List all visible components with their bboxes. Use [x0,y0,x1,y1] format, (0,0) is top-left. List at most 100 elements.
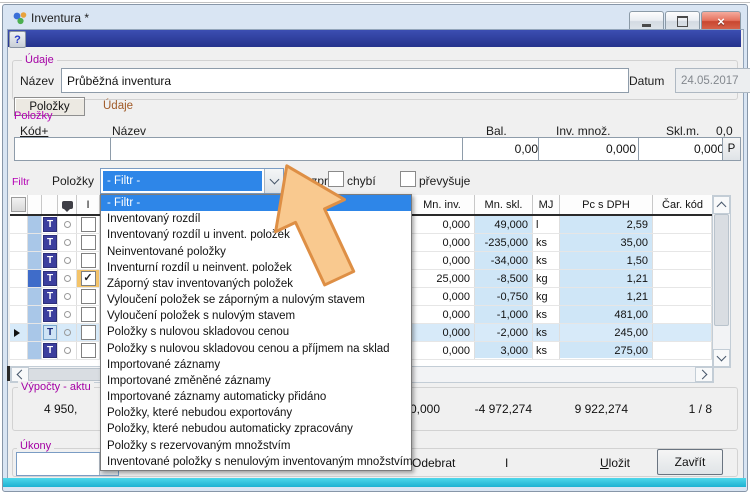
header-selector [10,195,28,214]
scroll-left-button[interactable] [11,367,29,382]
chevron-right-icon [698,370,708,380]
bal-field[interactable]: 0,00 [462,137,544,161]
help-button[interactable]: ? [9,31,26,48]
header-mj[interactable]: MJ [533,195,560,214]
scroll-right-button[interactable] [695,367,713,382]
row-selector-cell [10,306,28,323]
vertical-scrollbar[interactable] [712,195,731,368]
row-status-strip [28,216,42,233]
note-cell [58,306,77,323]
cell-car-kod [653,234,712,251]
filter-option[interactable]: Vyloučení položek s nulovým stavem [101,308,411,324]
row-checkbox[interactable] [81,217,96,232]
type-badge: T [43,235,57,250]
chevron-left-icon [17,370,27,380]
header-type [42,195,58,214]
row-selector-cell [10,342,28,359]
row-checkbox[interactable] [81,289,96,304]
row-checkbox[interactable] [81,253,96,268]
cell-mn-skl: -2,000 [475,324,533,341]
row-status-strip [28,342,42,359]
row-checkbox[interactable] [81,343,96,358]
zavrit-button[interactable]: Zavřít [657,449,723,475]
row-selector-cell [10,234,28,251]
note-cell [58,324,77,341]
speech-bubble-icon [62,201,73,209]
check-cell [77,324,100,341]
nazev-column-label[interactable]: Název [112,124,146,138]
filter-option[interactable]: Položky s rezervovaným množstvím [101,438,411,454]
vertical-scroll-thumb[interactable] [714,214,729,326]
note-dot-icon [64,275,71,282]
nazev-label: Název [20,74,54,88]
type-badge: T [43,271,57,286]
datum-field[interactable]: 24.05.2017 [675,68,750,93]
desktop-edge-line [0,2,750,3]
header-mn-skl[interactable]: Mn. skl. [475,195,533,214]
help-toolbar [8,30,741,47]
cell-mj: ks [533,252,560,269]
row-checkbox[interactable]: ✓ [81,271,96,286]
check-cell: ✓ [77,270,100,287]
cell-mn-inv: 0,000 [410,216,475,233]
note-cell [58,288,77,305]
row-checkbox[interactable] [81,307,96,322]
total-diff: -4 972,274 [452,402,532,416]
row-checkbox[interactable] [81,325,96,340]
filter-option[interactable]: Záporný stav inventovaných položek [101,276,411,292]
horizontal-scroll-thumb[interactable] [28,368,104,381]
kod-search-input[interactable] [14,137,118,161]
type-cell: T [42,252,58,269]
filter-option[interactable]: Položky s nulovou skladovou cenou [101,324,411,340]
cell-mj: kg [533,270,560,287]
tab-udaje[interactable]: Údaje [103,100,133,112]
filter-option[interactable]: Inventované položky s nenulovým inventov… [101,454,411,470]
ukony-group-label: Úkony [17,440,54,452]
cell-mn-skl: -1,000 [475,306,533,323]
scroll-down-button[interactable] [713,349,730,367]
header-pc-dph[interactable]: Pc s DPH [560,195,653,214]
note-cell [58,342,77,359]
check-cell [77,252,100,269]
filter-option[interactable]: Importované záznamy automaticky přidáno [101,389,411,405]
cell-pc-dph: 35,00 [560,234,653,251]
total-sum: 9 922,274 [548,402,628,416]
nazev-input[interactable]: Průběžná inventura [61,68,629,93]
check-cell [77,234,100,251]
cell-pc-dph: 1,21 [560,270,653,287]
row-checkbox[interactable] [81,235,96,250]
ulozit-button[interactable]: Uložit [600,456,630,470]
filter-option[interactable]: Importované změněné záznamy [101,373,411,389]
filter-option[interactable]: Vyloučení položek se záporným a nulovým … [101,292,411,308]
sklm-field[interactable]: 0,000 [638,137,730,161]
kod-column-label[interactable]: Kód+ [20,124,48,138]
header-car-kod[interactable]: Čar. kód [653,195,712,214]
filter-option[interactable]: Importované záznamy [101,357,411,373]
cell-pc-dph: 245,00 [560,324,653,341]
chevron-down-icon [717,352,727,362]
filter-option[interactable]: Položky, které nebudou exportovány [101,405,411,421]
type-badge: T [43,253,57,268]
cell-mn-inv: 0,000 [410,252,475,269]
vypocty-group-label: Výpočty - aktu [18,381,94,393]
filter-option[interactable]: Položky, které nebudou automaticky zprac… [101,421,411,437]
prevysuje-checkbox[interactable] [400,171,416,187]
cell-mn-inv: 0,000 [410,306,475,323]
filter-option[interactable]: Položky s nulovou skladovou cenou a příj… [101,341,411,357]
window-bottom-accent [3,478,746,487]
note-dot-icon [64,329,71,336]
p-button[interactable]: P [722,137,741,161]
header-i[interactable]: I [77,195,100,214]
nazev-search-input[interactable] [110,137,472,161]
type-cell: T [42,342,58,359]
current-row-arrow-icon [14,329,20,337]
scroll-up-button[interactable] [713,196,730,214]
header-mn-inv[interactable]: Mn. inv. [410,195,475,214]
i-button[interactable]: I [505,456,508,470]
note-dot-icon [64,239,71,246]
type-cell: T [42,216,58,233]
inv-mnoz-field[interactable]: 0,000 [538,137,642,161]
cell-pc-dph: 1,21 [560,288,653,305]
header-note[interactable] [58,195,77,214]
odebrat-button[interactable]: Odebrat [412,456,455,470]
